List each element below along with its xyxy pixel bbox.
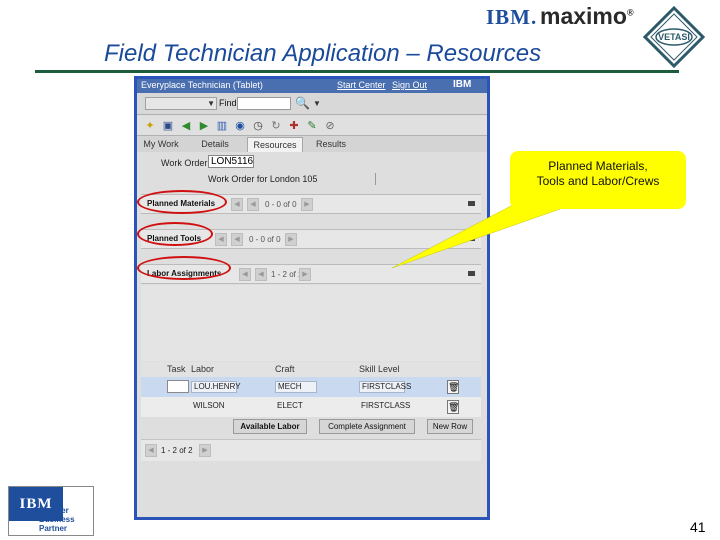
arrow-right-icon[interactable]: ▶ <box>197 119 211 133</box>
collapse-icon[interactable] <box>468 236 475 241</box>
start-center-link[interactable]: Start Center <box>337 80 386 90</box>
callout-line-2: Tools and Labor/Crews <box>536 174 660 188</box>
find-scope-select[interactable]: ▼ <box>145 97 217 110</box>
toolbar: ✦ ▣ ◀ ▶ ▥ ◉ ◷ ↻ ✚ ✎ ⊘ <box>137 116 487 136</box>
clock-icon[interactable]: ◷ <box>251 119 265 133</box>
previous-page-icon[interactable]: ◀ <box>215 233 227 246</box>
tab-my-work[interactable]: My Work <box>139 137 183 152</box>
search-icon[interactable]: 🔍 <box>295 96 313 111</box>
next-page-icon[interactable]: ▶ <box>285 233 297 246</box>
ibm-brand: IBM <box>453 79 472 90</box>
attachment-icon[interactable]: ⊘ <box>323 119 337 133</box>
ibm-logo: IBM. <box>486 5 538 29</box>
highlight-oval-materials <box>137 190 227 214</box>
tab-resources[interactable]: Resources <box>247 137 303 152</box>
tab-results[interactable]: Results <box>309 137 353 152</box>
work-order-description: Work Order for London 105 <box>208 174 318 184</box>
vetasi-logo: VETASI <box>643 6 705 68</box>
next-page-icon[interactable]: ▶ <box>199 444 211 457</box>
highlight-oval-labor <box>137 256 231 280</box>
previous-icon[interactable]: ◀ <box>231 233 243 246</box>
previous-icon[interactable]: ◀ <box>255 268 267 281</box>
slide: IBM. maximo® VETASI Field Technician App… <box>0 0 720 540</box>
collapse-icon[interactable] <box>468 201 475 206</box>
previous-page-icon[interactable]: ◀ <box>145 444 157 457</box>
search-options-chevron-icon[interactable]: ▼ <box>313 99 321 108</box>
page-number: 41 <box>690 519 706 535</box>
premier-business-partner-badge: IBM Premier Business Partner <box>8 486 94 536</box>
divider <box>375 173 376 185</box>
callout-line-1: Planned Materials, <box>548 159 648 173</box>
column-header-skill-level[interactable]: Skill Level <box>359 364 400 374</box>
partner-line-3: Partner <box>39 524 68 533</box>
craft-field[interactable]: ELECT <box>275 401 317 413</box>
previous-page-icon[interactable]: ◀ <box>231 198 243 211</box>
next-page-icon[interactable]: ▶ <box>299 268 311 281</box>
craft-field[interactable]: MECH <box>275 381 317 393</box>
arrow-left-icon[interactable]: ◀ <box>179 119 193 133</box>
report-icon[interactable]: ✚ <box>287 119 301 133</box>
labor-field[interactable]: LOU.HENRY <box>191 381 241 393</box>
previous-page-icon[interactable]: ◀ <box>239 268 251 281</box>
next-page-icon[interactable]: ▶ <box>301 198 313 211</box>
labor-field[interactable]: WILSON <box>191 401 237 413</box>
labor-pager: 1 - 2 of 2 <box>271 270 303 279</box>
tab-details[interactable]: Details <box>193 137 237 152</box>
work-order-field[interactable]: LON5116 <box>208 155 254 168</box>
partner-line-2: Business <box>39 515 75 524</box>
previous-icon[interactable]: ◀ <box>247 198 259 211</box>
app-titlebar: Everyplace Technician (Tablet) Start Cen… <box>137 79 487 93</box>
app-window: Everyplace Technician (Tablet) Start Cen… <box>134 76 490 520</box>
column-header-craft[interactable]: Craft <box>275 364 295 374</box>
find-bar: ▼ Find: 🔍 ▼ <box>137 93 487 115</box>
new-row-button[interactable]: New Row <box>427 419 473 434</box>
trash-icon[interactable]: 🗑 <box>447 400 459 414</box>
refresh-icon[interactable]: ↻ <box>269 119 283 133</box>
complete-assignment-button[interactable]: Complete Assignment <box>319 419 415 434</box>
find-label: Find: <box>219 98 240 108</box>
find-input[interactable] <box>237 97 291 110</box>
highlight-oval-tools <box>137 222 213 246</box>
svg-text:VETASI: VETASI <box>658 32 690 42</box>
trash-icon[interactable]: 🗑 <box>447 380 459 394</box>
skill-level-field[interactable]: FIRSTCLASS <box>359 401 410 413</box>
tab-bar: My Work Details Resources Results <box>137 136 487 152</box>
table-row[interactable]: LOU.HENRY MECH FIRSTCLASS 🗑 <box>141 377 481 397</box>
app-title: Everyplace Technician (Tablet) <box>141 80 263 90</box>
task-field[interactable] <box>167 380 189 393</box>
skill-level-field[interactable]: FIRSTCLASS <box>359 381 411 393</box>
tools-pager: 0 - 0 of 0 <box>249 235 281 244</box>
bottom-pager: ◀ 1 - 2 of 2 ▶ <box>141 439 481 461</box>
save-icon[interactable]: ▣ <box>161 119 175 133</box>
partner-line-1: Premier <box>39 506 69 515</box>
status-icon[interactable]: ◉ <box>233 119 247 133</box>
available-labor-button[interactable]: Available Labor <box>233 419 307 434</box>
materials-pager: 0 - 0 of 0 <box>265 200 297 209</box>
section-body <box>141 285 481 361</box>
table-row[interactable]: WILSON ELECT FIRSTCLASS 🗑 <box>141 397 481 417</box>
title-divider <box>35 70 679 73</box>
column-header-task[interactable]: Task <box>167 364 186 374</box>
work-order-label: Work Order <box>161 158 208 168</box>
labor-grid-header: Task Labor Craft Skill Level <box>141 362 481 377</box>
tools-icon[interactable]: ✎ <box>305 119 319 133</box>
bottom-pager-text: 1 - 2 of 2 <box>161 446 193 455</box>
bar-chart-icon[interactable]: ▥ <box>215 119 229 133</box>
new-icon[interactable]: ✦ <box>143 119 157 133</box>
callout-box: Planned Materials, Tools and Labor/Crews <box>510 151 686 209</box>
partner-text: Premier Business Partner <box>39 506 75 533</box>
chevron-down-icon: ▼ <box>207 99 215 108</box>
maximo-logo: maximo® <box>540 3 634 29</box>
collapse-icon[interactable] <box>468 271 475 276</box>
sign-out-link[interactable]: Sign Out <box>392 80 427 90</box>
labor-button-bar: Available Labor Complete Assignment New … <box>141 419 481 435</box>
column-header-labor[interactable]: Labor <box>191 364 214 374</box>
slide-title: Field Technician Application – Resources <box>104 40 542 67</box>
